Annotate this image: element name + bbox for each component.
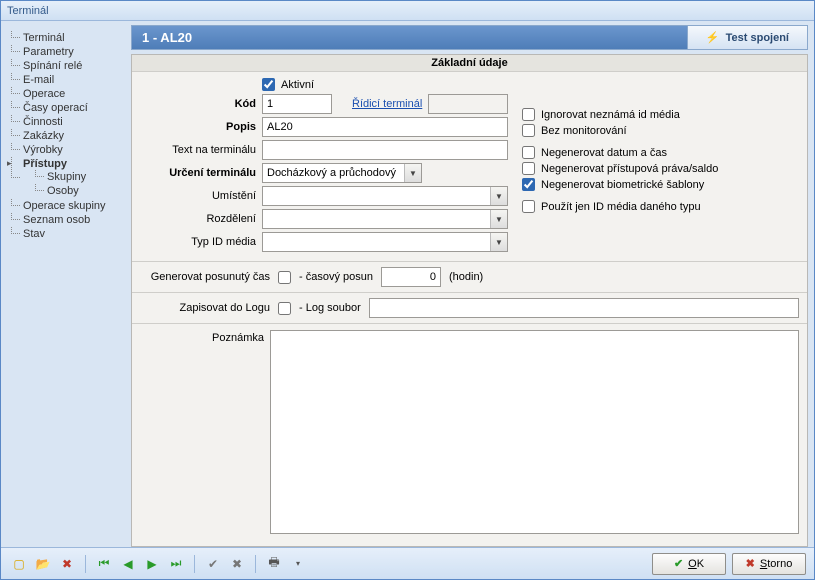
nav-parametry[interactable]: Parametry xyxy=(9,45,127,59)
open-record-icon[interactable]: 📂 xyxy=(33,554,53,574)
nav-casy-operaci[interactable]: Časy operací xyxy=(9,101,127,115)
content-header: 1 - AL20 ⚡ Test spojení xyxy=(131,25,808,50)
delete-record-icon[interactable]: ✖ xyxy=(57,554,77,574)
no-generate-datetime-checkbox[interactable]: Negenerovat datum a čas xyxy=(522,146,667,159)
umisteni-label: Umístění xyxy=(132,190,262,202)
last-icon[interactable]: ⏭ xyxy=(166,554,186,574)
nav-terminal[interactable]: Terminál xyxy=(9,31,127,45)
rollback-icon[interactable]: ✖ xyxy=(227,554,247,574)
lightning-icon: ⚡ xyxy=(706,31,720,44)
popis-label: Popis xyxy=(132,121,262,133)
nav-operace[interactable]: Operace xyxy=(9,87,127,101)
test-connection-button[interactable]: ⚡ Test spojení xyxy=(687,26,807,49)
rozdeleni-select[interactable] xyxy=(262,209,508,229)
log-file-input[interactable] xyxy=(369,298,799,318)
log-label: Zapisovat do Logu xyxy=(140,302,270,314)
prev-icon[interactable]: ◀ xyxy=(118,554,138,574)
nav-spinani-rele[interactable]: Spínání relé xyxy=(9,59,127,73)
nav-stav[interactable]: Stav xyxy=(9,227,127,241)
umisteni-select[interactable] xyxy=(262,186,508,206)
nav-email[interactable]: E-mail xyxy=(9,73,127,87)
log-sublabel: - Log soubor xyxy=(299,302,361,314)
commit-icon[interactable]: ✔ xyxy=(203,554,223,574)
no-generate-biometric-checkbox[interactable]: Negenerovat biometrické šablony xyxy=(522,178,704,191)
first-icon[interactable]: ⏮ xyxy=(94,554,114,574)
shift-time-label: Generovat posunutý čas xyxy=(140,271,270,283)
typ-id-media-label: Typ ID média xyxy=(132,236,262,248)
urceni-label: Určení terminálu xyxy=(132,167,262,179)
ridici-terminal-input[interactable] xyxy=(428,94,508,114)
toolbar: ▢ 📂 ✖ ⏮ ◀ ▶ ⏭ ✔ ✖ 🖶 ▾ xyxy=(9,554,308,574)
nav-pristupy-skupiny[interactable]: Skupiny xyxy=(33,170,127,184)
content-title: 1 - AL20 xyxy=(132,26,687,49)
nav-vyrobky[interactable]: Výrobky xyxy=(9,143,127,157)
ignore-unknown-ids-checkbox[interactable]: Ignorovat neznámá id média xyxy=(522,108,680,121)
typ-id-media-select[interactable] xyxy=(262,232,508,252)
new-record-icon[interactable]: ▢ xyxy=(9,554,29,574)
nav-pristupy-osoby[interactable]: Osoby xyxy=(33,184,127,198)
rozdeleni-label: Rozdělení xyxy=(132,213,262,225)
nav-operace-skupiny[interactable]: Operace skupiny xyxy=(9,199,127,213)
note-textarea[interactable] xyxy=(270,330,799,534)
cancel-icon: ✖ xyxy=(746,557,755,570)
use-only-type-id-checkbox[interactable]: Použít jen ID média daného typu xyxy=(522,200,701,213)
note-label: Poznámka xyxy=(140,330,270,344)
shift-time-input[interactable] xyxy=(381,267,441,287)
shift-time-sublabel: - časový posun xyxy=(299,271,373,283)
shift-time-checkbox[interactable] xyxy=(278,271,291,284)
aktivni-checkbox[interactable]: Aktivní xyxy=(262,78,314,91)
kod-label: Kód xyxy=(132,98,262,110)
popis-input[interactable] xyxy=(262,117,508,137)
panel-title: Základní údaje xyxy=(132,55,807,72)
storno-button[interactable]: ✖ Storno xyxy=(732,553,806,575)
urceni-select[interactable] xyxy=(262,163,422,183)
print-icon[interactable]: 🖶 xyxy=(264,554,284,574)
nav-zakazky[interactable]: Zakázky xyxy=(9,129,127,143)
next-icon[interactable]: ▶ xyxy=(142,554,162,574)
text-na-terminalu-label: Text na terminálu xyxy=(132,144,262,156)
check-icon: ✔ xyxy=(674,557,683,570)
no-monitoring-checkbox[interactable]: Bez monitorování xyxy=(522,124,627,137)
ok-button[interactable]: ✔ OK xyxy=(652,553,726,575)
no-generate-access-checkbox[interactable]: Negenerovat přístupová práva/saldo xyxy=(522,162,718,175)
kod-input[interactable] xyxy=(262,94,332,114)
print-dropdown-icon[interactable]: ▾ xyxy=(288,554,308,574)
shift-time-unit: (hodin) xyxy=(449,271,483,283)
nav-seznam-osob[interactable]: Seznam osob xyxy=(9,213,127,227)
nav-cinnosti[interactable]: Činnosti xyxy=(9,115,127,129)
ok-label: OK xyxy=(688,558,704,570)
window-title: Terminál xyxy=(1,1,814,21)
nav-pristupy-label: Přístupy xyxy=(23,158,67,170)
ridici-terminal-link[interactable]: Řídicí terminál xyxy=(352,98,422,110)
storno-label: Storno xyxy=(760,558,792,570)
test-connection-label: Test spojení xyxy=(726,32,789,44)
text-na-terminalu-input[interactable] xyxy=(262,140,508,160)
log-checkbox[interactable] xyxy=(278,302,291,315)
sidebar: Terminál Parametry Spínání relé E-mail O… xyxy=(1,21,131,547)
aktivni-label: Aktivní xyxy=(281,79,314,91)
nav-pristupy[interactable]: Přístupy Skupiny Osoby xyxy=(9,157,127,199)
